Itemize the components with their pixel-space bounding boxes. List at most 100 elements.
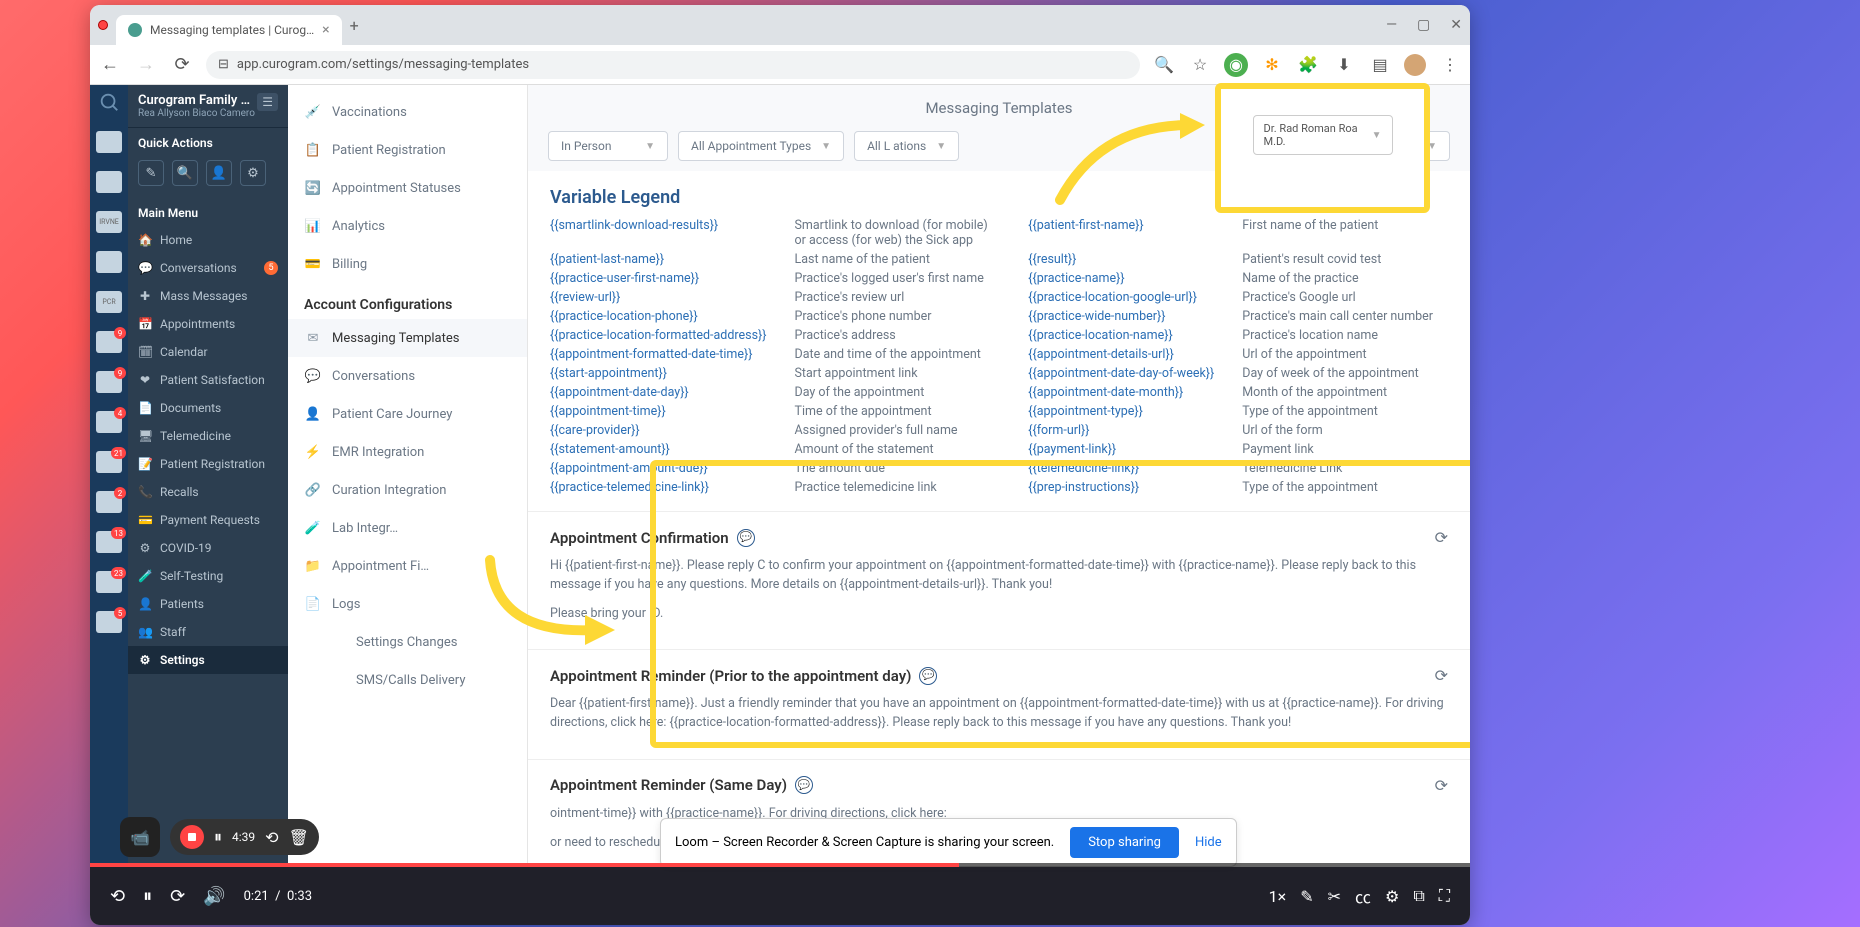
sidepanel-icon[interactable]: ▤ (1368, 53, 1392, 77)
sidebar-item-recalls[interactable]: 📞Recalls (128, 478, 288, 506)
extension-settings-icon[interactable]: ✻ (1260, 53, 1284, 77)
variable-token[interactable]: {{appointment-formatted-date-time}} (550, 347, 767, 362)
filter-provider[interactable]: Dr. Rad Roman Roa M.D. ▼ (1253, 115, 1393, 155)
play-pause-button[interactable]: ⏸ (143, 886, 152, 907)
variable-token[interactable]: {{appointment-amount-due}} (550, 461, 767, 476)
extensions-icon[interactable]: 🧩 (1296, 53, 1320, 77)
refresh-button[interactable]: ⟳ (1435, 776, 1448, 795)
variable-token[interactable]: {{appointment-details-url}} (1028, 347, 1214, 362)
sidebar-item-patient-satisfaction[interactable]: ❤Patient Satisfaction (128, 366, 288, 394)
restart-record-button[interactable]: ⟲ (265, 828, 278, 847)
sidebar-item-calendar[interactable]: 🗓Calendar (128, 338, 288, 366)
variable-token[interactable]: {{smartlink-download-results}} (550, 218, 767, 248)
variable-token[interactable]: {{care-provider}} (550, 423, 767, 438)
menu-icon[interactable]: ⋮ (1438, 53, 1462, 77)
compose-button[interactable]: ✎ (138, 160, 164, 186)
rail-thumb[interactable]: 9 (96, 331, 122, 353)
variable-token[interactable]: {{patient-first-name}} (1028, 218, 1214, 248)
zoom-icon[interactable]: 🔍 (1152, 53, 1176, 77)
sidebar-item-patients[interactable]: 👤Patients (128, 590, 288, 618)
settings-button[interactable]: ⚙ (1385, 887, 1399, 906)
site-info-icon[interactable]: ⊟ (218, 57, 229, 72)
trim-button[interactable]: ✂ (1328, 887, 1341, 906)
forward-button[interactable]: → (134, 54, 158, 75)
sms-icon[interactable]: 💬 (795, 776, 813, 794)
rail-thumb[interactable] (96, 131, 122, 153)
variable-token[interactable]: {{start-appointment}} (550, 366, 767, 381)
subnav-item-logs[interactable]: 📄Logs (288, 585, 527, 623)
sidebar-item-home[interactable]: 🏠Home (128, 226, 288, 254)
variable-token[interactable]: {{review-url}} (550, 290, 767, 305)
stop-sharing-button[interactable]: Stop sharing (1070, 827, 1179, 858)
subnav-item-messaging-templates[interactable]: ✉Messaging Templates (288, 319, 527, 357)
variable-token[interactable]: {{telemedicine-link}} (1028, 461, 1214, 476)
stop-record-button[interactable] (180, 825, 204, 849)
address-bar[interactable]: ⊟ app.curogram.com/settings/messaging-te… (206, 51, 1140, 79)
variable-token[interactable]: {{patient-last-name}} (550, 252, 767, 267)
subnav-item-patient-registration[interactable]: 📋Patient Registration (288, 131, 527, 169)
reload-button[interactable]: ⟳ (170, 54, 194, 75)
variable-token[interactable]: {{result}} (1028, 252, 1214, 267)
variable-token[interactable]: {{practice-location-phone}} (550, 309, 767, 324)
tab-close-icon[interactable]: × (322, 22, 329, 38)
downloads-icon[interactable]: ⬇ (1332, 53, 1356, 77)
subnav-item-vaccinations[interactable]: 💉Vaccinations (288, 93, 527, 131)
variable-token[interactable]: {{practice-location-formatted-address}} (550, 328, 767, 343)
rail-thumb[interactable]: 4 (96, 411, 122, 433)
refresh-button[interactable]: ⟳ (1435, 666, 1448, 685)
rail-thumb[interactable]: 21 (96, 451, 122, 473)
filters-button[interactable]: ⚙ (240, 160, 266, 186)
subnav-item-sms-calls-delivery[interactable]: SMS/Calls Delivery (288, 661, 527, 699)
variable-token[interactable]: {{appointment-date-day}} (550, 385, 767, 400)
variable-token[interactable]: {{practice-wide-number}} (1028, 309, 1214, 324)
filter-appt-types[interactable]: All Appointment Types▼ (678, 131, 844, 161)
subnav-item-emr-integration[interactable]: ⚡EMR Integration (288, 433, 527, 471)
camera-button[interactable]: 📹 (120, 817, 160, 857)
pip-button[interactable]: ⧉ (1413, 886, 1424, 906)
add-user-button[interactable]: 👤 (206, 160, 232, 186)
fullscreen-button[interactable]: ⛶ (1439, 886, 1450, 906)
practice-header[interactable]: ☰ Curogram Family … Rea Allyson Biaco Ca… (128, 85, 288, 128)
sidebar-item-appointments[interactable]: 📅Appointments (128, 310, 288, 338)
volume-button[interactable]: 🔊 (203, 886, 225, 907)
rail-thumb[interactable]: 5 (96, 611, 122, 633)
hamburger-icon[interactable]: ☰ (257, 93, 278, 111)
forward-button[interactable]: ⟳ (170, 886, 185, 907)
filter-locations[interactable]: All L ations▼ (854, 131, 959, 161)
rail-thumb[interactable] (96, 251, 122, 273)
bookmark-icon[interactable]: ☆ (1188, 53, 1212, 77)
window-maximize-icon[interactable]: ▢ (1417, 17, 1430, 33)
window-minimize-icon[interactable]: — (1386, 17, 1397, 33)
variable-token[interactable]: {{practice-telemedicine-link}} (550, 480, 767, 495)
sidebar-item-self-testing[interactable]: 🧪Self-Testing (128, 562, 288, 590)
rail-thumb[interactable] (96, 171, 122, 193)
rewind-button[interactable]: ⟲ (110, 886, 125, 907)
pause-record-button[interactable]: ⏸ (214, 827, 222, 847)
variable-token[interactable]: {{practice-name}} (1028, 271, 1214, 286)
filter-visit-type[interactable]: In Person▼ (548, 131, 668, 161)
sidebar-item-telemedicine[interactable]: 🖥Telemedicine (128, 422, 288, 450)
variable-token[interactable]: {{practice-user-first-name}} (550, 271, 767, 286)
subnav-item-conversations[interactable]: 💬Conversations (288, 357, 527, 395)
rail-thumb[interactable]: 2 (96, 491, 122, 513)
variable-token[interactable]: {{statement-amount}} (550, 442, 767, 457)
refresh-button[interactable]: ⟳ (1435, 528, 1448, 547)
search-button[interactable]: 🔍 (172, 160, 198, 186)
speed-button[interactable]: 1× (1269, 887, 1287, 906)
window-close-icon[interactable]: ✕ (1450, 17, 1462, 33)
profile-avatar-icon[interactable] (1404, 54, 1426, 76)
sidebar-item-settings[interactable]: ⚙Settings (128, 646, 288, 674)
rail-thumb[interactable]: 23 (96, 571, 122, 593)
rail-thumb[interactable]: 9 (96, 371, 122, 393)
sidebar-item-payment-requests[interactable]: 💳Payment Requests (128, 506, 288, 534)
hide-share-link[interactable]: Hide (1195, 835, 1222, 850)
subnav-item-patient-care-journey[interactable]: 👤Patient Care Journey (288, 395, 527, 433)
variable-token[interactable]: {{form-url}} (1028, 423, 1214, 438)
rail-thumb[interactable]: 13 (96, 531, 122, 553)
subnav-item-settings-changes[interactable]: Settings Changes (288, 623, 527, 661)
new-tab-button[interactable]: + (350, 16, 359, 35)
rail-thumb[interactable]: IRVNE (96, 211, 122, 233)
variable-token[interactable]: {{appointment-type}} (1028, 404, 1214, 419)
variable-token[interactable]: {{prep-instructions}} (1028, 480, 1214, 495)
back-button[interactable]: ← (98, 54, 122, 75)
